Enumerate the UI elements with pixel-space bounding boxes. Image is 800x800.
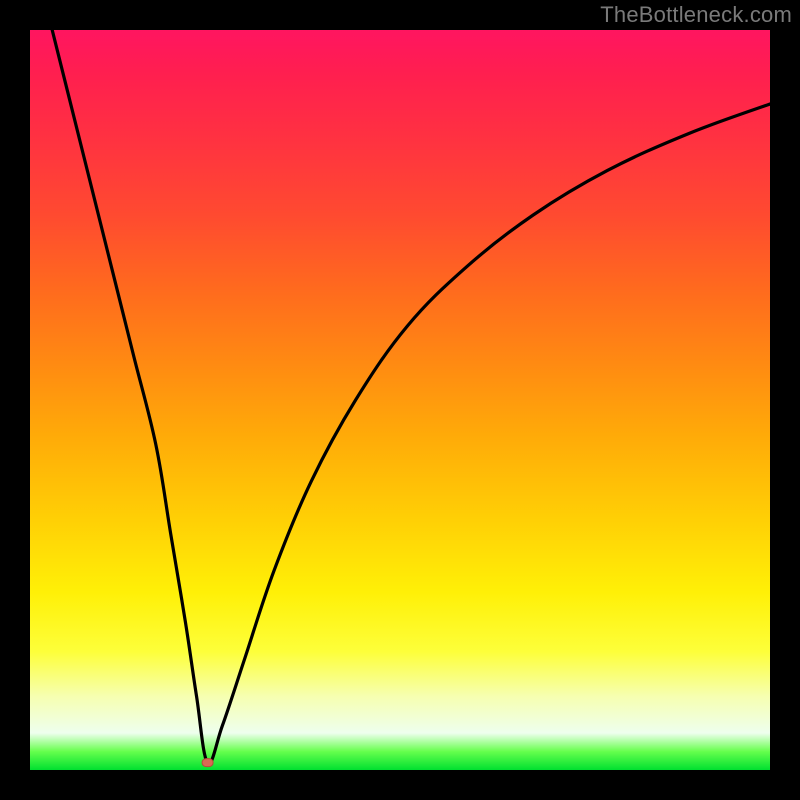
watermark-text: TheBottleneck.com [600,2,792,28]
chart-container: TheBottleneck.com [0,0,800,800]
bottleneck-curve [52,30,770,763]
optimal-marker [202,759,213,767]
curve-layer [30,30,770,770]
plot-area [30,30,770,770]
